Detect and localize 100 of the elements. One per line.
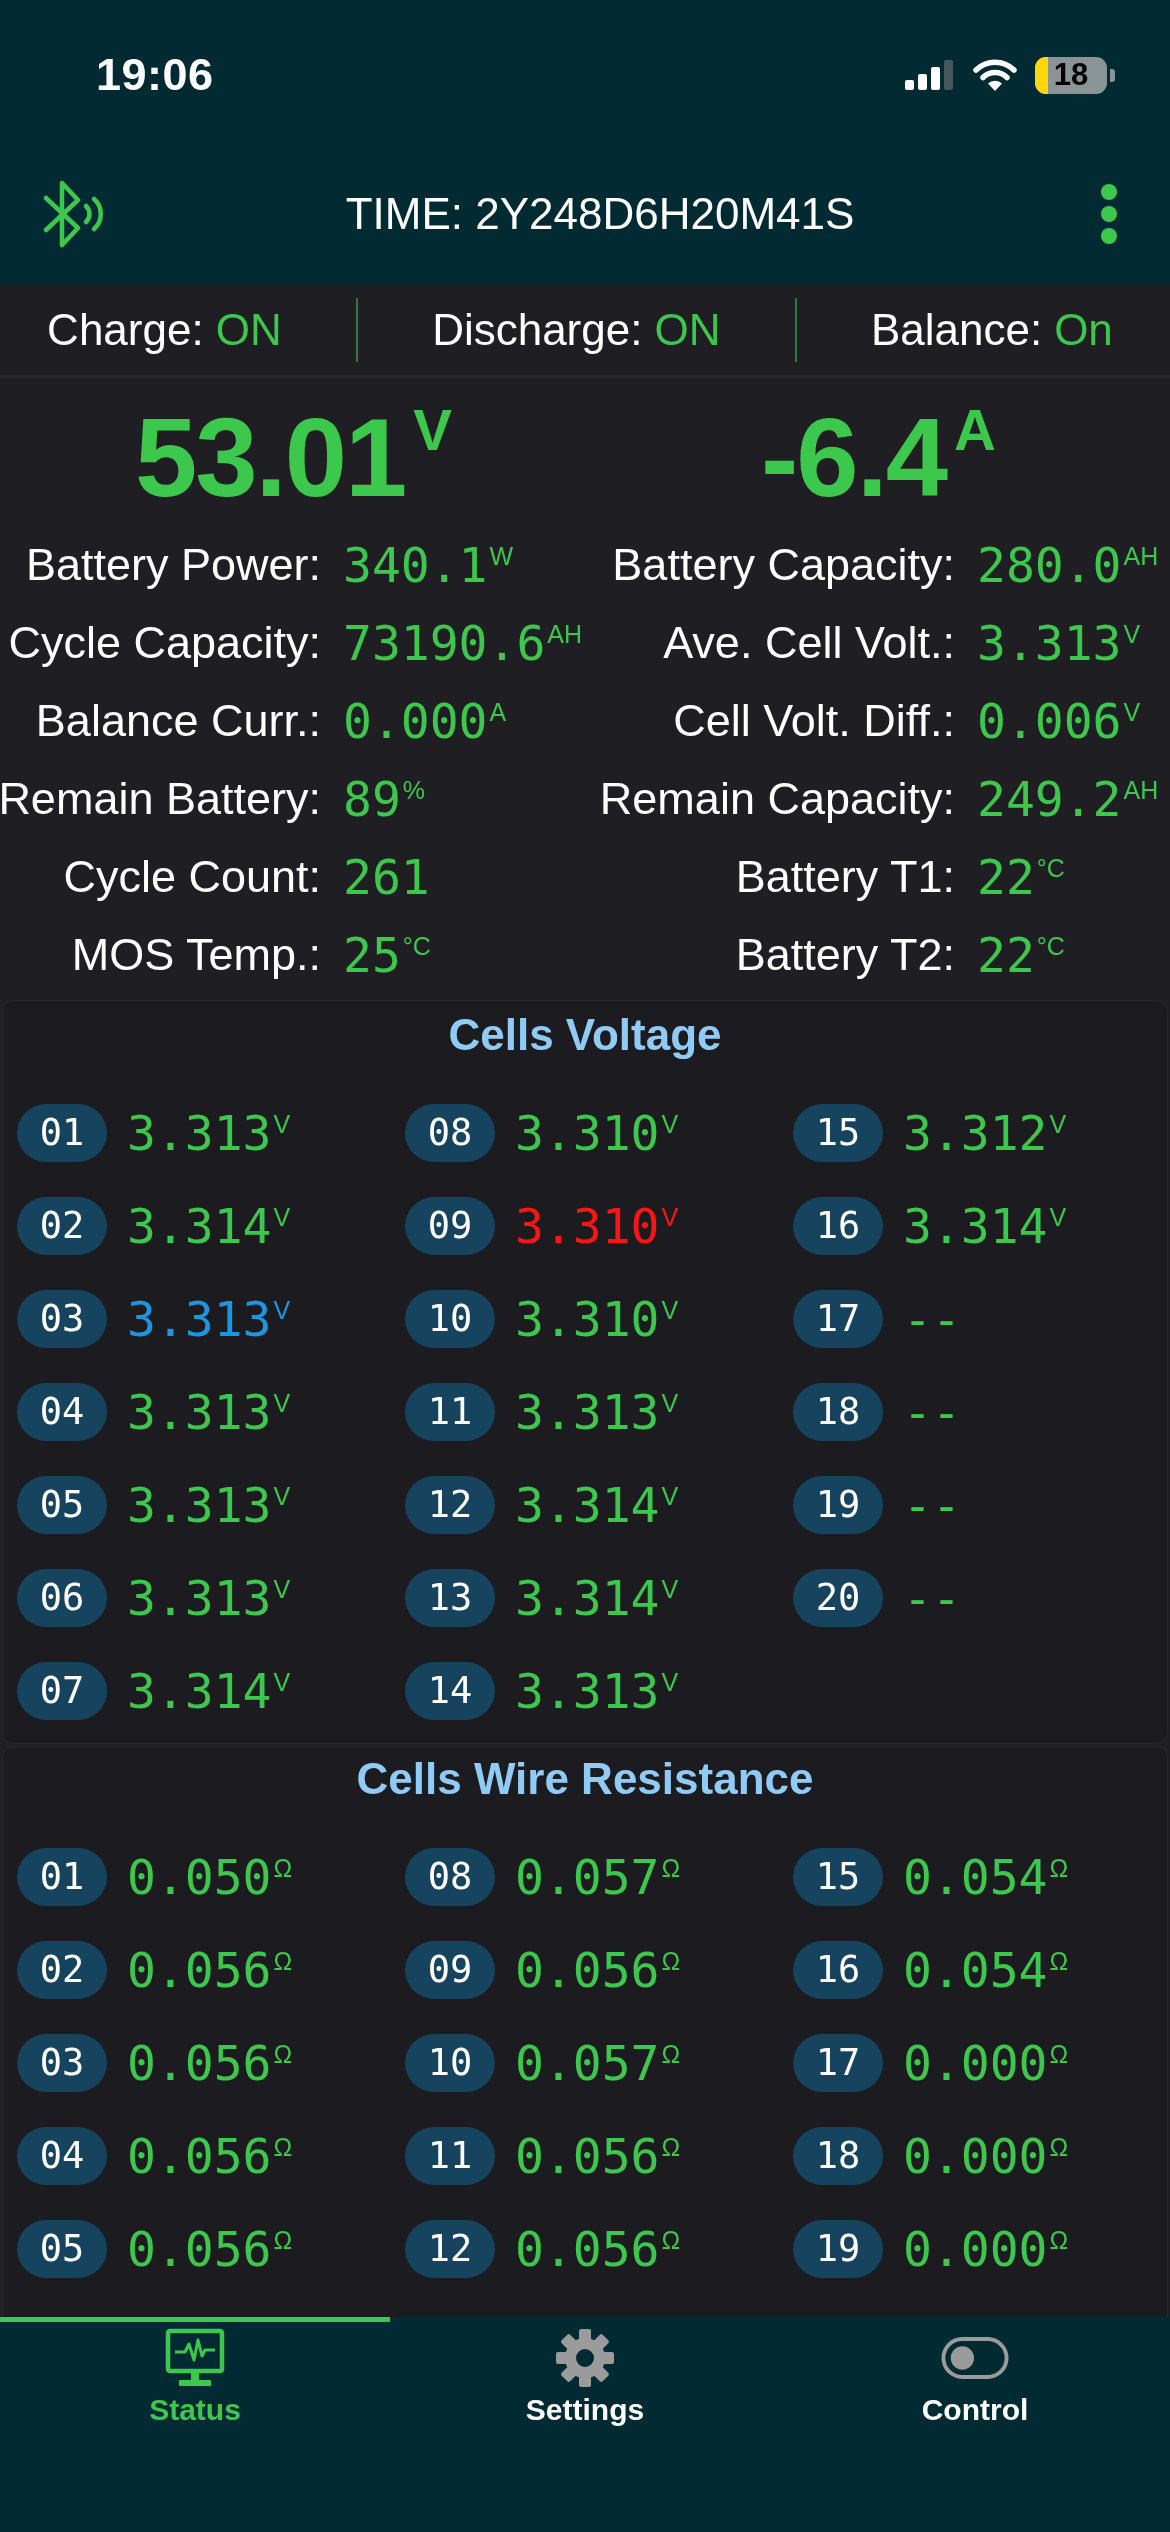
tab[interactable]: Control (780, 2317, 1170, 2437)
cell-number-badge: 01 (17, 1847, 107, 1906)
cell-resistance-value: 0.000$^{Ω}$ (903, 2220, 1069, 2277)
cell-number-badge: 11 (405, 1382, 495, 1441)
cell-number-badge: 01 (17, 1103, 107, 1162)
stat-label: Battery Power: (25, 539, 321, 591)
cell-number-badge: 10 (405, 1289, 495, 1348)
cell-voltage-value: 3.310$^{V}$ (515, 1104, 679, 1161)
switch-state: ON (215, 305, 282, 355)
stat-label: MOS Temp.: (71, 929, 321, 981)
switch-state: On (1054, 305, 1113, 355)
cell-voltage-value: -- (903, 1569, 961, 1626)
stat-value: 22$^{°C}$ (977, 849, 1065, 905)
cell-number-badge: 07 (17, 1661, 107, 1720)
cell-voltage-value: 3.313$^{V}$ (515, 1662, 679, 1719)
stat-value: 25$^{°C}$ (343, 927, 431, 983)
switch-label: Balance: (870, 305, 1043, 355)
cell-number-badge: 15 (793, 1103, 883, 1162)
wifi-icon (973, 59, 1017, 91)
cell-number-badge: 18 (793, 2126, 883, 2185)
stat-label: Cycle Capacity: (8, 617, 321, 669)
stat-value: 261 (343, 849, 430, 905)
stat-value: 280.0$^{AH}$ (977, 537, 1159, 593)
cell-resistance-value: 0.056$^{Ω}$ (515, 1941, 681, 1998)
cell-resistance-value: 0.050$^{Ω}$ (127, 1848, 293, 1905)
stat-label: Battery T2: (735, 929, 955, 981)
cell-voltage-value: 3.314$^{V}$ (127, 1197, 291, 1254)
cell-number-badge: 16 (793, 1940, 883, 1999)
cell-number-badge: 12 (405, 1475, 495, 1534)
cell-number-badge: 06 (17, 1568, 107, 1627)
tab[interactable]: Status (0, 2317, 390, 2437)
cell-number-badge: 03 (17, 1289, 107, 1348)
stat-label: Remain Battery: (0, 773, 321, 825)
switch-label: Charge: (47, 305, 204, 355)
battery-indicator: 18 (1035, 56, 1115, 94)
cell-number-badge: 20 (793, 1568, 883, 1627)
switch-label: Discharge: (432, 305, 643, 355)
cell-resistance-value: 0.057$^{Ω}$ (515, 1848, 681, 1905)
toggle-switch-icon (941, 2336, 1009, 2380)
stat-value: 3.313$^{V}$ (977, 615, 1141, 671)
panel-title: Cells Wire Resistance (356, 1753, 814, 1805)
cell-voltage-value: 3.310$^{V}$ (515, 1197, 679, 1254)
stat-label: Battery T1: (735, 851, 955, 903)
stat-value: 0.000$^{A}$ (343, 693, 507, 749)
panel-title: Cells Voltage (448, 1009, 722, 1061)
monitor-pulse-icon (165, 2328, 225, 2388)
stat-label: Cell Volt. Diff.: (673, 695, 955, 747)
stat-value: 73190.6$^{AH}$ (343, 615, 583, 671)
cell-voltage-value: 3.314$^{V}$ (515, 1476, 679, 1533)
stat-label: Cycle Count: (63, 851, 321, 903)
stat-value: 0.006$^{V}$ (977, 693, 1141, 749)
cell-number-badge: 02 (17, 1940, 107, 1999)
more-menu-button[interactable] (1100, 182, 1118, 245)
cell-number-badge: 03 (17, 2033, 107, 2092)
cell-voltage-value: 3.313$^{V}$ (515, 1383, 679, 1440)
cell-resistance-value: 0.056$^{Ω}$ (127, 2220, 293, 2277)
pack-voltage-reading: 53.01$^{V}$ (135, 400, 450, 516)
cell-number-badge: 09 (405, 1196, 495, 1255)
more-icon (1100, 182, 1118, 245)
cell-voltage-value: 3.314$^{V}$ (515, 1569, 679, 1626)
gear-icon (555, 2328, 615, 2388)
cell-resistance-value: 0.056$^{Ω}$ (515, 2220, 681, 2277)
cell-number-badge: 10 (405, 2033, 495, 2092)
cell-number-badge: 09 (405, 1940, 495, 1999)
cell-resistance-value: 0.057$^{Ω}$ (515, 2034, 681, 2091)
cell-voltage-value: -- (903, 1476, 961, 1533)
cell-resistance-value: 0.056$^{Ω}$ (127, 2034, 293, 2091)
cell-voltage-value: 3.313$^{V}$ (127, 1104, 291, 1161)
cell-number-badge: 13 (405, 1568, 495, 1627)
cell-number-badge: 11 (405, 2126, 495, 2185)
cell-number-badge: 19 (793, 2219, 883, 2278)
stat-value: 89$^{%}$ (343, 771, 426, 827)
cell-voltage-value: 3.310$^{V}$ (515, 1290, 679, 1347)
cell-resistance-value: 0.056$^{Ω}$ (127, 1941, 293, 1998)
cell-number-badge: 05 (17, 2219, 107, 2278)
uptime-title: TIME: 2Y248D6H20M41S (345, 188, 855, 239)
cell-resistance-value: 0.056$^{Ω}$ (127, 2127, 293, 2184)
cell-number-badge: 19 (793, 1475, 883, 1534)
status-time: 19:06 (96, 49, 214, 101)
cell-voltage-value: 3.314$^{V}$ (127, 1662, 291, 1719)
pack-current-reading: -6.4$^{A}$ (761, 400, 994, 516)
cell-number-badge: 12 (405, 2219, 495, 2278)
cell-resistance-value: 0.054$^{Ω}$ (903, 1848, 1069, 1905)
cell-number-badge: 04 (17, 1382, 107, 1441)
signal-icon (905, 60, 955, 90)
cell-voltage-value: -- (903, 1290, 961, 1347)
cell-number-badge: 08 (405, 1103, 495, 1162)
switch-state: ON (654, 305, 721, 355)
cell-number-badge: 17 (793, 1289, 883, 1348)
cell-voltage-value: 3.313$^{V}$ (127, 1476, 291, 1533)
cell-number-badge: 17 (793, 2033, 883, 2092)
cell-resistance-value: 0.054$^{Ω}$ (903, 1941, 1069, 1998)
cell-voltage-value: 3.313$^{V}$ (127, 1383, 291, 1440)
cell-number-badge: 05 (17, 1475, 107, 1534)
cell-number-badge: 02 (17, 1196, 107, 1255)
cell-number-badge: 14 (405, 1661, 495, 1720)
tab[interactable]: Settings (390, 2317, 780, 2437)
stat-label: Remain Capacity: (599, 773, 955, 825)
cell-resistance-value: 0.000$^{Ω}$ (903, 2127, 1069, 2184)
stat-value: 249.2$^{AH}$ (977, 771, 1159, 827)
